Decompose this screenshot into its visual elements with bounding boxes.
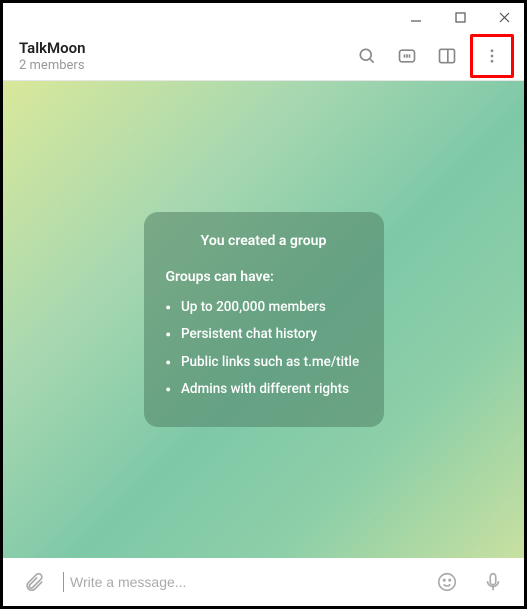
info-list-item: Up to 200,000 members: [166, 297, 362, 319]
chat-title: TalkMoon: [19, 39, 350, 57]
chat-info[interactable]: TalkMoon 2 members: [19, 39, 350, 73]
chat-header: TalkMoon 2 members: [3, 31, 524, 81]
message-composer: [3, 558, 524, 606]
attach-button[interactable]: [17, 565, 51, 599]
side-panel-button[interactable]: [430, 39, 464, 73]
info-list-item: Admins with different rights: [166, 379, 362, 401]
close-button[interactable]: [490, 6, 518, 28]
info-card-list: Up to 200,000 members Persistent chat hi…: [166, 297, 362, 401]
maximize-button[interactable]: [446, 6, 474, 28]
header-actions: [350, 34, 514, 78]
message-input[interactable]: [63, 572, 418, 592]
more-options-button[interactable]: [475, 39, 509, 73]
minimize-button[interactable]: [402, 6, 430, 28]
info-card-title: You created a group: [166, 230, 362, 252]
emoji-button[interactable]: [430, 565, 464, 599]
more-button-highlight: [470, 34, 514, 78]
video-chat-button[interactable]: [390, 39, 424, 73]
chat-area: You created a group Groups can have: Up …: [3, 81, 524, 558]
info-list-item: Persistent chat history: [166, 324, 362, 346]
info-card-subtitle: Groups can have:: [166, 266, 362, 288]
info-list-item: Public links such as t.me/title: [166, 352, 362, 374]
window-titlebar: [3, 3, 524, 31]
search-button[interactable]: [350, 39, 384, 73]
voice-message-button[interactable]: [476, 565, 510, 599]
chat-subtitle: 2 members: [19, 58, 350, 73]
group-info-card: You created a group Groups can have: Up …: [144, 212, 384, 427]
